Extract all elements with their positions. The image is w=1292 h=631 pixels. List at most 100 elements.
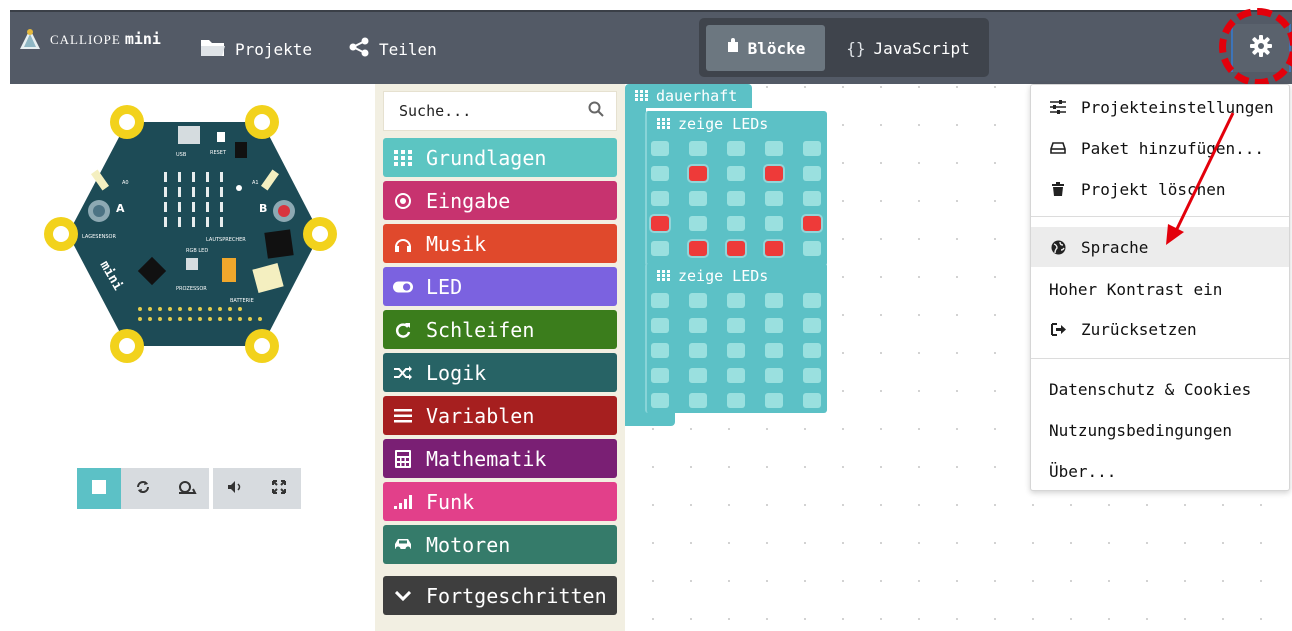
led-off[interactable] — [651, 293, 669, 308]
menu-item-about[interactable]: Über... — [1031, 451, 1289, 491]
restart-button[interactable] — [121, 468, 165, 509]
led-on[interactable] — [649, 214, 671, 233]
fullscreen-button[interactable] — [257, 468, 301, 509]
led-off[interactable] — [689, 393, 707, 408]
menu-item-privacy[interactable]: Datenschutz & Cookies — [1031, 369, 1289, 409]
led-off[interactable] — [765, 191, 783, 206]
toolbox-search[interactable]: Suche... — [383, 91, 617, 131]
menu-item-language[interactable]: Sprache — [1031, 227, 1289, 267]
led-off[interactable] — [651, 393, 669, 408]
category-label: Musik — [426, 231, 487, 256]
led-off[interactable] — [803, 393, 821, 408]
category-led[interactable]: LED — [383, 267, 617, 306]
led-off[interactable] — [727, 166, 745, 181]
led-off[interactable] — [765, 318, 783, 333]
calculator-icon — [393, 449, 413, 469]
slow-motion-button[interactable] — [165, 468, 209, 509]
menu-item-add-package[interactable]: Paket hinzufügen... — [1031, 128, 1289, 168]
category-schleifen[interactable]: Schleifen — [383, 310, 617, 349]
led-off[interactable] — [727, 318, 745, 333]
led-off[interactable] — [727, 393, 745, 408]
menu-item-project-settings[interactable]: Projekteinstellungen — [1031, 87, 1289, 127]
svg-text:PROZESSOR: PROZESSOR — [176, 286, 207, 292]
brand-small: CALLIOPE — [50, 32, 121, 47]
led-off[interactable] — [689, 191, 707, 206]
led-off[interactable] — [727, 216, 745, 231]
led-off[interactable] — [765, 293, 783, 308]
led-off[interactable] — [689, 318, 707, 333]
toggle-icon — [393, 277, 413, 297]
show-leds-block-1[interactable]: zeige LEDs — [645, 111, 827, 266]
settings-button[interactable] — [1231, 24, 1291, 72]
led-off[interactable] — [651, 318, 669, 333]
led-off[interactable] — [727, 293, 745, 308]
led-on[interactable] — [801, 214, 823, 233]
category-motoren[interactable]: Motoren — [383, 525, 617, 564]
search-input[interactable]: Suche... — [399, 102, 471, 120]
category-variablen[interactable]: Variablen — [383, 396, 617, 435]
led-off[interactable] — [651, 241, 669, 256]
led-off[interactable] — [651, 343, 669, 358]
led-off[interactable] — [803, 241, 821, 256]
led-off[interactable] — [803, 191, 821, 206]
sign-out-icon — [1049, 322, 1067, 336]
led-off[interactable] — [803, 166, 821, 181]
led-off[interactable] — [727, 368, 745, 383]
led-off[interactable] — [651, 368, 669, 383]
show-leds-block-2[interactable]: zeige LEDs — [645, 263, 827, 413]
led-off[interactable] — [689, 141, 707, 156]
category-mathematik[interactable]: Mathematik — [383, 439, 617, 478]
led-off[interactable] — [765, 393, 783, 408]
blocks-tab[interactable]: Blöcke — [706, 25, 825, 71]
projects-button[interactable]: Projekte — [200, 37, 312, 61]
braces-icon: {} — [846, 38, 866, 58]
led-off[interactable] — [803, 141, 821, 156]
led-on[interactable] — [687, 239, 709, 258]
calliope-board[interactable]: USB RESET A0 A1 LAGESENSOR LAUTSPRECHER RGB L… — [0, 84, 375, 384]
category-musik[interactable]: Musik — [383, 224, 617, 263]
led-off[interactable] — [803, 343, 821, 358]
led-off[interactable] — [765, 343, 783, 358]
menu-item-label: Sprache — [1081, 237, 1149, 257]
javascript-tab[interactable]: {} JavaScript — [838, 25, 978, 71]
led-off[interactable] — [765, 216, 783, 231]
menu-item-reset[interactable]: Zurücksetzen — [1031, 309, 1289, 349]
menu-item-label: Projekteinstellungen — [1081, 97, 1274, 117]
led-off[interactable] — [689, 216, 707, 231]
mute-button[interactable] — [213, 468, 257, 509]
led-off[interactable] — [727, 141, 745, 156]
stop-button[interactable] — [77, 468, 121, 509]
led-off[interactable] — [689, 368, 707, 383]
led-on[interactable] — [763, 164, 785, 183]
led-off[interactable] — [765, 368, 783, 383]
led-off[interactable] — [651, 141, 669, 156]
led-off[interactable] — [689, 343, 707, 358]
category-fortgeschritten[interactable]: Fortgeschritten — [383, 576, 617, 615]
led-on[interactable] — [687, 164, 709, 183]
led-off[interactable] — [651, 166, 669, 181]
share-button[interactable]: Teilen — [348, 37, 437, 61]
led-off[interactable] — [803, 318, 821, 333]
led-on[interactable] — [725, 239, 747, 258]
category-funk[interactable]: Funk — [383, 482, 617, 521]
menu-item-terms[interactable]: Nutzungsbedingungen — [1031, 410, 1289, 450]
led-off[interactable] — [727, 343, 745, 358]
category-grundlagen[interactable]: Grundlagen — [383, 138, 617, 177]
simulator-controls-2 — [213, 468, 301, 509]
chevron-down-icon — [393, 586, 413, 606]
menu-item-high-contrast[interactable]: Hoher Kontrast ein — [1031, 269, 1289, 309]
brand-logo[interactable]: CALLIOPE mini — [18, 27, 161, 51]
menu-item-delete-project[interactable]: Projekt löschen — [1031, 169, 1289, 209]
led-off[interactable] — [689, 293, 707, 308]
led-off[interactable] — [727, 191, 745, 206]
category-logik[interactable]: Logik — [383, 353, 617, 392]
forever-block[interactable]: dauerhaft — [625, 84, 752, 108]
led-off[interactable] — [765, 141, 783, 156]
led-off[interactable] — [803, 293, 821, 308]
show-leds-label: zeige LEDs — [678, 115, 769, 133]
led-off[interactable] — [803, 368, 821, 383]
led-on[interactable] — [763, 239, 785, 258]
search-icon[interactable] — [588, 101, 604, 121]
led-off[interactable] — [651, 191, 669, 206]
category-eingabe[interactable]: Eingabe — [383, 181, 617, 220]
